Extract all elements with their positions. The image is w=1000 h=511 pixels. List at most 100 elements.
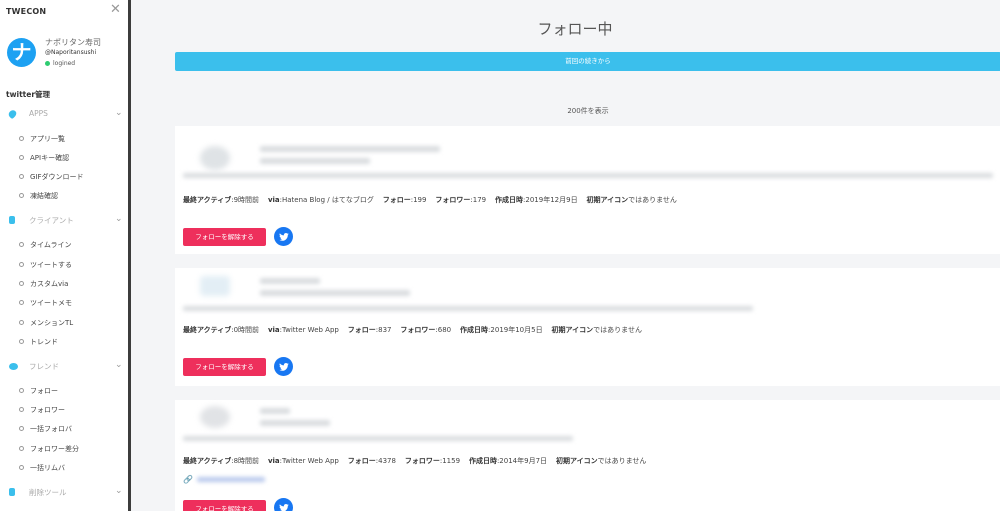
resume-button[interactable]: 前回の続きから [175,52,1000,71]
nav-item-api-key[interactable]: APIキー確認 [0,151,128,165]
nav-item-bulk-remove[interactable]: 一括リムバ [0,461,128,475]
nav-item-freeze-check[interactable]: 凍結確認 [0,189,128,203]
blurred-text [260,158,370,164]
unfollow-button[interactable]: フォローを解除する [183,358,266,376]
bullet-icon [19,320,24,325]
stat-value: :2019年12月9日 [523,196,578,204]
stat-label: フォロー [347,457,376,465]
nav-group-label: 削除ツール [29,488,67,497]
nav-item-label: タイムライン [30,241,72,249]
nav-item-mention-tl[interactable]: メンションTL [0,316,128,330]
stat-value: :9時間前 [231,196,260,204]
nav-item-trend[interactable]: トレンド [0,335,128,349]
blurred-text [260,278,320,284]
phone-icon [9,216,15,224]
nav-item-follow[interactable]: フォロー [0,384,128,398]
nav-item-label: アプリ一覧 [30,135,65,143]
stat-label: 初期アイコン [555,457,598,465]
nav-item-tweet-memo[interactable]: ツイートメモ [0,296,128,310]
stat-label: via [267,457,280,465]
twitter-bird-icon [278,362,289,371]
nav-group-client[interactable]: クライアント ⌄ [0,214,128,228]
blurred-text [183,306,753,311]
stat-label: via [267,196,280,204]
bullet-icon [19,281,24,286]
avatar[interactable]: ナ [7,38,36,67]
user-card: 最終アクティブ:9時間前 via:Hatena Blog / はてなブログ フォ… [175,126,1000,254]
stat-value: :Twitter Web App [279,326,339,334]
stat-label: フォロー [382,196,411,204]
bullet-icon [19,193,24,198]
stat-value: :199 [410,196,427,204]
nav-item-label: フォロー [30,387,58,395]
stat-label: 作成日時 [460,326,489,334]
chevron-down-icon: ⌄ [115,214,123,224]
stat-label: via [267,326,280,334]
section-title: twitter管理 [6,90,51,99]
bullet-icon [19,136,24,141]
stat-label: 作成日時 [468,457,497,465]
stat-value: :680 [435,326,452,334]
login-status-label: logined [53,60,76,67]
twitter-link-button[interactable] [274,227,293,246]
stat-value: :179 [470,196,487,204]
user-avatar[interactable] [200,146,230,170]
nav-group-delete-tools[interactable]: 削除ツール ⌄ [0,486,128,500]
bullet-icon [19,426,24,431]
nav-item-follower-diff[interactable]: フォロワー差分 [0,442,128,456]
nav-group-friend[interactable]: フレンド ⌄ [0,360,128,374]
user-card: 最終アクティブ:0時間前 via:Twitter Web App フォロー:83… [175,268,1000,386]
stat-label: フォロワー [404,457,440,465]
user-stats: 最終アクティブ:8時間前 via:Twitter Web App フォロー:43… [183,456,646,466]
blurred-text [260,408,290,414]
stat-label: フォロワー [400,326,436,334]
chevron-down-icon: ⌄ [115,108,123,118]
twitter-bird-icon [278,503,289,511]
blurred-text [260,290,410,296]
profile-link[interactable]: 🔗 [183,475,265,484]
stat-value: :Twitter Web App [279,457,339,465]
bullet-icon [19,407,24,412]
nav-item-custom-via[interactable]: カスタムvia [0,277,128,291]
nav-item-timeline[interactable]: タイムライン [0,238,128,252]
nav-item-bulk-followback[interactable]: 一括フォロバ [0,422,128,436]
app-window: TWECON ✕ ナ ナポリタン寿司 @Naporitansushi login… [0,0,1000,511]
nav-item-follower[interactable]: フォロワー [0,403,128,417]
close-icon[interactable]: ✕ [110,3,121,16]
stat-label: 最終アクティブ [183,196,232,204]
stat-value: :1159 [439,457,461,465]
bullet-icon [19,300,24,305]
blurred-text [183,436,573,441]
nav-item-app-list[interactable]: アプリ一覧 [0,132,128,146]
user-avatar[interactable] [200,276,230,296]
main-content: フォロー中 前回の続きから 200件を表示 最終アクティブ:9時間前 via:H… [131,0,1000,511]
user-handle: @Naporitansushi [45,49,97,56]
nav-item-label: フォロワー [30,406,65,414]
stat-value: :837 [375,326,392,334]
chevron-down-icon: ⌄ [115,360,123,370]
stat-label: 最終アクティブ [183,326,232,334]
nav-item-gif-download[interactable]: GIFダウンロード [0,170,128,184]
nav-item-label: フォロワー差分 [30,445,79,453]
unfollow-button[interactable]: フォローを解除する [183,500,266,511]
nav-group-label: APPS [29,109,48,118]
bullet-icon [19,262,24,267]
twitter-link-button[interactable] [274,357,293,376]
nav-item-tweet[interactable]: ツイートする [0,258,128,272]
unfollow-button[interactable]: フォローを解除する [183,228,266,246]
twitter-link-button[interactable] [274,498,293,511]
sidebar: TWECON ✕ ナ ナポリタン寿司 @Naporitansushi login… [0,0,131,511]
stat-label: 最終アクティブ [183,457,232,465]
stat-value: ではありません [628,196,677,204]
bullet-icon [19,242,24,247]
nav-group-apps[interactable]: APPS ⌄ [0,108,128,122]
user-avatar[interactable] [200,406,230,428]
login-status: logined [45,60,75,67]
stat-value: :8時間前 [231,457,260,465]
stat-label: フォロワー [435,196,471,204]
twitter-bird-icon [278,232,289,241]
bullet-icon [19,388,24,393]
nav-item-label: ツイートメモ [30,299,72,307]
stat-label: 初期アイコン [586,196,629,204]
nav-item-label: APIキー確認 [30,154,70,162]
